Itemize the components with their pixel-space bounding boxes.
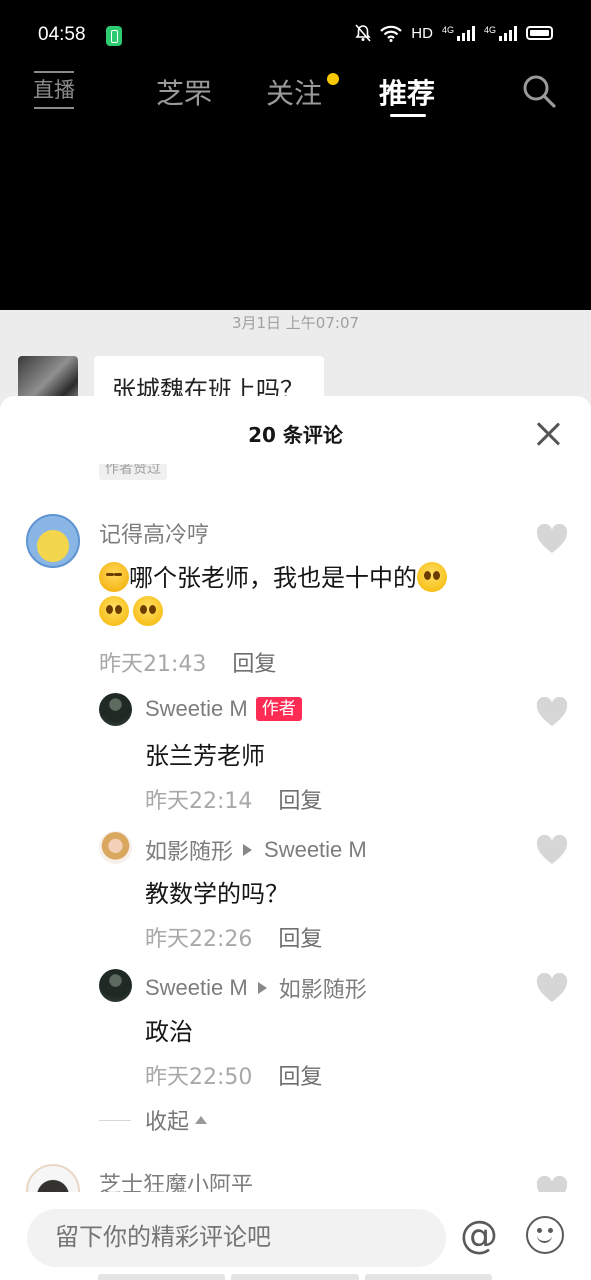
avatar[interactable] <box>99 693 132 726</box>
chat-preview: 3月1日 上午07:07 张城魏在班上吗？ <box>0 310 591 416</box>
like-heart-icon[interactable] <box>536 697 568 727</box>
reply-button[interactable]: 回复 <box>232 652 276 677</box>
like-heart-icon[interactable] <box>536 835 568 865</box>
battery-icon <box>526 26 553 40</box>
pleading-emoji-icon <box>417 562 447 592</box>
status-icons: HD 4G 4G <box>355 24 553 42</box>
tab-recommend[interactable]: 推荐 <box>379 72 435 112</box>
signal-icon-2: 4G <box>484 25 517 41</box>
keyboard-hint <box>98 1274 492 1280</box>
comment-time: 昨天22:26 <box>145 927 253 952</box>
comment-time: 昨天22:50 <box>145 1065 253 1090</box>
comment-sheet: 20 条评论 作者赞过 记得高冷哼 哪个张老师，我也是十中的 昨天21:43 回复 <box>0 396 591 1280</box>
comment-time: 昨天21:43 <box>99 652 207 677</box>
comment-username[interactable]: 如影随形 Sweetie M <box>145 834 367 866</box>
comment-username[interactable]: 记得高冷哼 <box>99 517 209 549</box>
tab-following[interactable]: 关注 <box>266 72 322 112</box>
comment-meta: 昨天21:43 回复 <box>99 646 276 678</box>
top-nav: 直播 芝罘 关注 推荐 <box>0 52 591 130</box>
divider-line <box>99 1119 131 1121</box>
following-dot <box>327 73 339 85</box>
avatar[interactable] <box>99 831 132 864</box>
close-icon[interactable] <box>534 420 562 448</box>
screen: 04:58 HD 4G 4G 直播 芝罘 关注 推荐 3月1日 上午07:07 … <box>0 0 591 1280</box>
reply-button[interactable]: 回复 <box>278 1065 322 1090</box>
pleading-emoji-icon <box>133 596 163 626</box>
author-liked-tag: 作者赞过 <box>99 464 167 480</box>
reply-to-username: 如影随形 <box>278 978 367 1003</box>
signal-icon-1: 4G <box>442 25 475 41</box>
collapse-replies-button[interactable]: 收起 <box>99 1104 208 1136</box>
reply-arrow-icon <box>243 844 253 856</box>
app-notification-icon <box>106 26 122 46</box>
like-heart-icon[interactable] <box>536 524 568 554</box>
collapse-label: 收起 <box>145 1110 190 1135</box>
comment-meta: 昨天22:26 回复 <box>145 921 322 953</box>
status-bar: 04:58 HD 4G 4G <box>0 0 591 52</box>
pleading-emoji-icon <box>99 596 129 626</box>
comment-username[interactable]: Sweetie M 如影随形 <box>145 972 367 1004</box>
hd-label: HD <box>411 24 433 42</box>
comment-text: 张兰芳老师 <box>145 742 265 770</box>
live-icon[interactable]: 直播 <box>32 70 76 110</box>
status-time: 04:58 <box>38 24 86 45</box>
mute-bell-icon <box>355 24 371 42</box>
emoji-icon[interactable] <box>526 1216 564 1254</box>
video-area[interactable] <box>0 130 591 310</box>
active-tab-indicator <box>390 114 426 117</box>
comment-text-emojis <box>99 596 163 626</box>
search-icon[interactable] <box>522 74 556 108</box>
tab-local[interactable]: 芝罘 <box>156 72 212 112</box>
reply-to-username: Sweetie M <box>264 837 367 862</box>
comment-text: 政治 <box>145 1018 193 1046</box>
reply-button[interactable]: 回复 <box>278 927 322 952</box>
comment-time: 昨天22:14 <box>145 789 253 814</box>
reply-button[interactable]: 回复 <box>278 789 322 814</box>
comment-input[interactable] <box>27 1209 446 1267</box>
username-text: 记得高冷哼 <box>99 523 210 548</box>
like-heart-icon[interactable] <box>536 973 568 1003</box>
comment-username[interactable]: Sweetie M 作者 <box>145 696 302 722</box>
comment-meta: 昨天22:50 回复 <box>145 1059 322 1091</box>
crying-emoji-icon <box>99 562 129 592</box>
caret-up-icon <box>195 1116 208 1124</box>
comment-input-bar: @ <box>0 1192 591 1280</box>
chat-timestamp: 3月1日 上午07:07 <box>231 314 360 332</box>
comment-text: 教数学的吗？ <box>145 880 289 908</box>
reply-arrow-icon <box>257 982 267 994</box>
comment-count-title: 20 条评论 <box>248 423 343 447</box>
avatar[interactable] <box>26 514 80 568</box>
author-badge: 作者 <box>255 697 302 721</box>
mention-at-icon[interactable]: @ <box>458 1215 500 1257</box>
comment-meta: 昨天22:14 回复 <box>145 783 322 815</box>
comment-text: 哪个张老师，我也是十中的 <box>99 558 447 593</box>
avatar[interactable] <box>99 969 132 1002</box>
wifi-icon <box>380 25 403 42</box>
